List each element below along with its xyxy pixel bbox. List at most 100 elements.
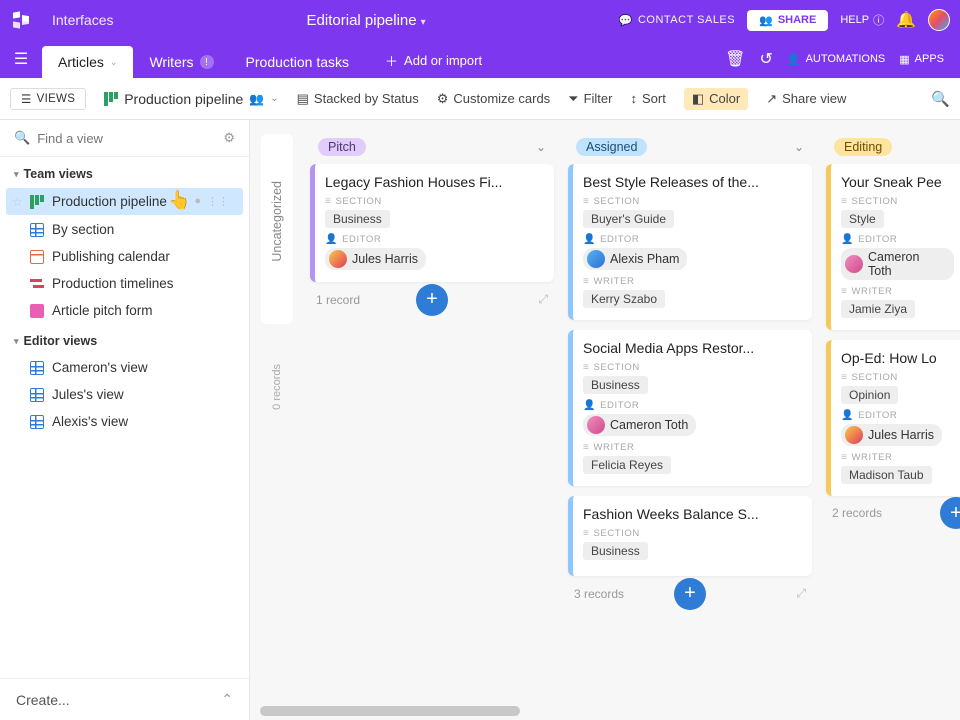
section-tag: Business bbox=[583, 542, 648, 560]
column-uncategorized[interactable]: Uncategorized 0 records bbox=[258, 132, 296, 720]
writer-tag: Kerry Szabo bbox=[583, 290, 665, 308]
help-icon: ⓘ bbox=[873, 12, 884, 28]
editor-chip: Jules Harris bbox=[325, 248, 426, 270]
card[interactable]: Best Style Releases of the... ≡SECTION B… bbox=[568, 164, 812, 320]
add-record-button[interactable]: + bbox=[674, 578, 706, 610]
sort-button[interactable]: ↕Sort bbox=[630, 91, 665, 106]
card[interactable]: Your Sneak Pee ≡SECTION Style 👤EDITOR Ca… bbox=[826, 164, 960, 330]
app-logo-icon[interactable] bbox=[10, 9, 32, 31]
views-sidebar: 🔍 ⚙ ▾Team views ☆ Production pipeline ●⋮… bbox=[0, 120, 250, 720]
color-icon: ◧ bbox=[692, 91, 704, 107]
trash-icon[interactable]: 🗑 bbox=[725, 49, 745, 69]
automations-button[interactable]: 👤AUTOMATIONS bbox=[787, 53, 885, 66]
record-count: 3 records bbox=[574, 587, 624, 601]
share-view-button[interactable]: ↗Share view bbox=[766, 91, 846, 107]
search-icon[interactable]: 🔍 bbox=[931, 90, 950, 108]
menu-icon[interactable]: ☰ bbox=[10, 49, 32, 69]
kanban-board[interactable]: Uncategorized 0 records Pitch ⌄ Legacy Fa… bbox=[250, 120, 960, 720]
filter-button[interactable]: ⏷Filter bbox=[568, 91, 612, 107]
text-icon: ≡ bbox=[583, 362, 589, 373]
chevron-down-icon[interactable]: ⌄ bbox=[536, 140, 546, 154]
expand-icon[interactable]: ⤢ bbox=[796, 586, 806, 601]
sidebar-item-jules-view[interactable]: Jules's view bbox=[0, 381, 249, 408]
collaborators-icon: 👥 bbox=[249, 92, 264, 106]
sidebar-item-article-pitch-form[interactable]: Article pitch form bbox=[0, 297, 249, 324]
main-area: 🔍 ⚙ ▾Team views ☆ Production pipeline ●⋮… bbox=[0, 120, 960, 720]
add-or-import-button[interactable]: ＋Add or import bbox=[375, 43, 492, 78]
column-editing: Editing Your Sneak Pee ≡SECTION Style 👤E… bbox=[826, 132, 960, 720]
uncategorized-collapsed[interactable]: Uncategorized bbox=[261, 134, 293, 324]
dot-icon: ● bbox=[194, 195, 201, 208]
sidebar-item-alexis-view[interactable]: Alexis's view bbox=[0, 408, 249, 435]
sort-icon: ↕ bbox=[630, 91, 637, 106]
cursor-icon: 👆 bbox=[168, 190, 190, 211]
editor-chip: Jules Harris bbox=[841, 424, 942, 446]
plus-icon: ＋ bbox=[385, 51, 398, 70]
expand-icon[interactable]: ⤢ bbox=[538, 292, 548, 307]
kanban-icon bbox=[104, 92, 118, 106]
sidebar-item-production-timelines[interactable]: Production timelines bbox=[0, 270, 249, 297]
settings-icon[interactable]: ⚙ bbox=[223, 130, 235, 146]
column-assigned: Assigned ⌄ Best Style Releases of the... … bbox=[568, 132, 812, 720]
person-icon: 👤 bbox=[841, 410, 854, 421]
uncategorized-count: 0 records bbox=[271, 364, 283, 410]
chevron-down-icon: ⌄ bbox=[270, 93, 278, 104]
current-view-name[interactable]: Production pipeline 👥 ⌄ bbox=[104, 91, 278, 107]
drag-icon[interactable]: ⋮⋮ bbox=[207, 195, 229, 208]
tab-articles[interactable]: Articles⌄ bbox=[42, 46, 133, 78]
apps-button[interactable]: ▦APPS bbox=[899, 53, 944, 66]
star-icon[interactable]: ☆ bbox=[12, 195, 23, 209]
share-icon: ↗ bbox=[766, 91, 777, 107]
column-pill[interactable]: Assigned bbox=[576, 138, 647, 156]
chat-icon: 💬 bbox=[619, 14, 633, 27]
grid-icon bbox=[30, 415, 44, 429]
stacked-by-button[interactable]: ▤Stacked by Status bbox=[297, 91, 419, 107]
sidebar-item-publishing-calendar[interactable]: Publishing calendar bbox=[0, 243, 249, 270]
sidebar-item-camerons-view[interactable]: Cameron's view bbox=[0, 354, 249, 381]
sidebar-item-production-pipeline[interactable]: ☆ Production pipeline ●⋮⋮ 👆 bbox=[6, 188, 243, 215]
history-icon[interactable]: ↺ bbox=[759, 49, 772, 69]
stack-icon: ▤ bbox=[297, 91, 309, 107]
card[interactable]: Fashion Weeks Balance S... ≡SECTION Busi… bbox=[568, 496, 812, 576]
customize-cards-button[interactable]: ⚙Customize cards bbox=[437, 91, 550, 107]
user-avatar[interactable] bbox=[928, 9, 950, 31]
section-tag: Style bbox=[841, 210, 884, 228]
create-view-button[interactable]: Create...⌃ bbox=[0, 678, 249, 720]
base-title[interactable]: Editorial pipeline▾ bbox=[113, 12, 618, 29]
editor-views-header[interactable]: ▾Editor views bbox=[0, 324, 249, 354]
tab-writers[interactable]: Writers! bbox=[133, 46, 229, 78]
find-view-input[interactable] bbox=[37, 131, 216, 146]
editor-chip: Cameron Toth bbox=[841, 248, 954, 280]
column-pill[interactable]: Pitch bbox=[318, 138, 366, 156]
interfaces-link[interactable]: Interfaces bbox=[52, 12, 113, 28]
column-pitch: Pitch ⌄ Legacy Fashion Houses Fi... ≡SECT… bbox=[310, 132, 554, 720]
chevron-down-icon[interactable]: ⌄ bbox=[794, 140, 804, 154]
info-badge: ! bbox=[200, 55, 214, 69]
sidebar-item-by-section[interactable]: By section bbox=[0, 216, 249, 243]
automation-icon: 👤 bbox=[787, 53, 801, 66]
card-title: Best Style Releases of the... bbox=[583, 174, 800, 190]
notifications-icon[interactable]: 🔔 bbox=[896, 10, 916, 30]
card-title: Fashion Weeks Balance S... bbox=[583, 506, 800, 522]
card[interactable]: Op-Ed: How Lo ≡SECTION Opinion 👤EDITOR J… bbox=[826, 340, 960, 496]
top-bar: Interfaces Editorial pipeline▾ 💬CONTACT … bbox=[0, 0, 960, 40]
chevron-down-icon: ▾ bbox=[14, 336, 19, 347]
help-button[interactable]: HELP ⓘ bbox=[840, 12, 884, 28]
views-toggle-button[interactable]: ☰VIEWS bbox=[10, 88, 86, 110]
grid-icon bbox=[30, 361, 44, 375]
search-icon: 🔍 bbox=[14, 130, 30, 146]
contact-sales-button[interactable]: 💬CONTACT SALES bbox=[619, 14, 735, 27]
color-button[interactable]: ◧Color bbox=[684, 88, 748, 110]
apps-icon: ▦ bbox=[899, 53, 909, 66]
editor-chip: Alexis Pham bbox=[583, 248, 687, 270]
add-record-button[interactable]: + bbox=[416, 284, 448, 316]
team-views-header[interactable]: ▾Team views bbox=[0, 157, 249, 187]
text-icon: ≡ bbox=[841, 286, 847, 297]
card[interactable]: Legacy Fashion Houses Fi... ≡SECTION Bus… bbox=[310, 164, 554, 282]
column-pill[interactable]: Editing bbox=[834, 138, 892, 156]
add-record-button[interactable]: + bbox=[940, 497, 960, 529]
share-button[interactable]: 👥SHARE bbox=[747, 10, 828, 31]
horizontal-scrollbar[interactable] bbox=[260, 706, 520, 716]
tab-production-tasks[interactable]: Production tasks bbox=[230, 46, 366, 78]
card[interactable]: Social Media Apps Restor... ≡SECTION Bus… bbox=[568, 330, 812, 486]
